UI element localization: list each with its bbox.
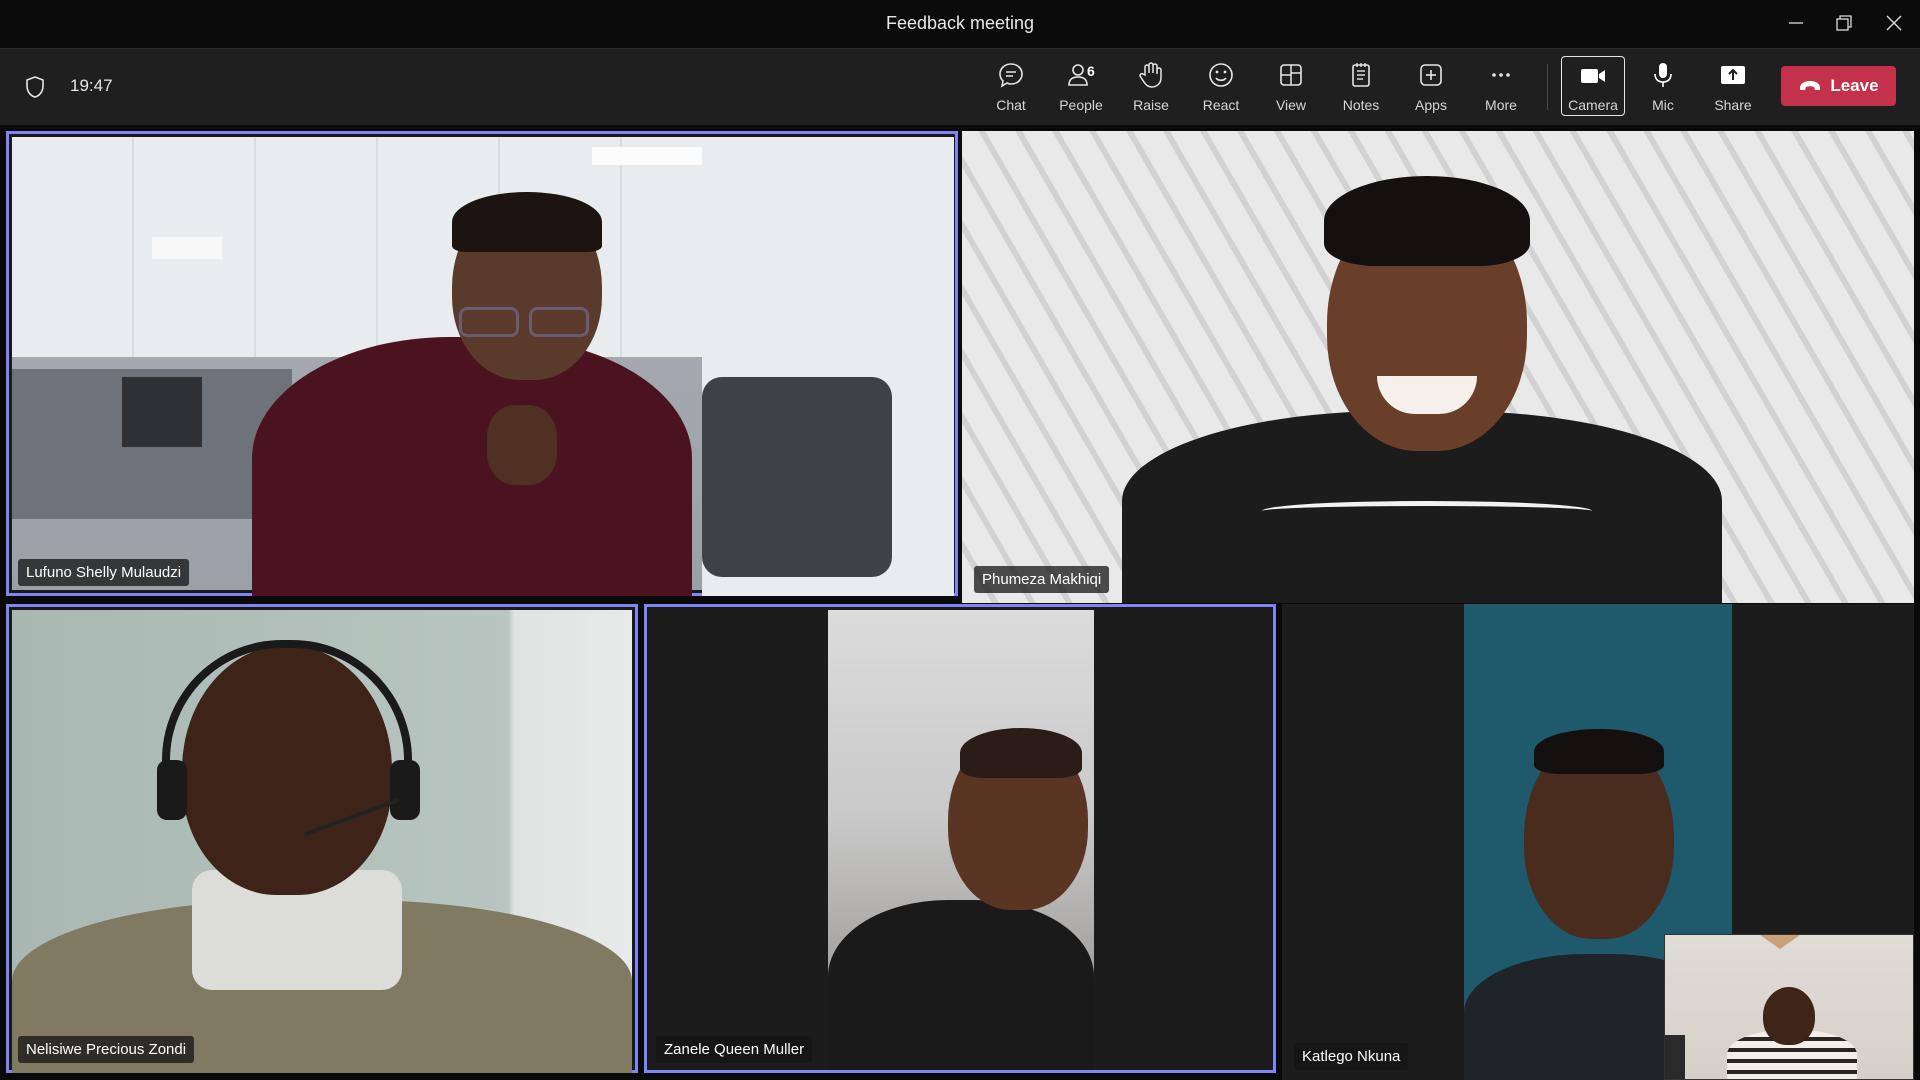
minimize-icon <box>1789 22 1803 24</box>
restore-icon <box>1836 15 1852 31</box>
title-bar: Feedback meeting <box>0 0 1920 49</box>
apps-label: Apps <box>1415 97 1447 113</box>
close-icon <box>1886 15 1902 31</box>
react-button[interactable]: React <box>1189 56 1253 116</box>
notes-label: Notes <box>1342 97 1380 113</box>
hang-up-icon <box>1800 81 1821 90</box>
raise-hand-icon <box>1139 62 1162 88</box>
participant-name: Phumeza Makhiqi <box>974 566 1110 593</box>
notes-button[interactable]: Notes <box>1329 56 1393 116</box>
raise-hand-button[interactable]: Raise <box>1119 56 1183 116</box>
participant-tile[interactable]: Phumeza Makhiqi <box>962 131 1914 603</box>
chat-button[interactable]: Chat <box>979 56 1043 116</box>
video-feed <box>12 610 632 1073</box>
camera-label: Camera <box>1568 97 1618 113</box>
chat-icon <box>999 63 1023 88</box>
participant-name: Zanele Queen Muller <box>656 1036 813 1063</box>
mic-icon <box>1654 63 1672 87</box>
participant-tile[interactable]: Zanele Queen Muller <box>644 604 1276 1073</box>
notes-icon <box>1352 63 1370 87</box>
share-icon <box>1721 66 1745 84</box>
leave-button[interactable]: Leave <box>1781 66 1896 106</box>
restore-button[interactable] <box>1824 8 1864 38</box>
view-icon <box>1280 64 1302 86</box>
view-button[interactable]: View <box>1259 56 1323 116</box>
meeting-timer: 19:47 <box>70 76 113 95</box>
people-count-badge: 6 <box>1087 63 1095 79</box>
share-label: Share <box>1714 97 1752 113</box>
leave-label: Leave <box>1830 76 1879 95</box>
participant-name: Lufuno Shelly Mulaudzi <box>18 559 190 586</box>
video-feed <box>828 610 1094 1070</box>
close-button[interactable] <box>1874 8 1914 38</box>
apps-icon <box>1420 64 1442 86</box>
self-view[interactable] <box>1664 934 1914 1080</box>
participant-tile[interactable]: Nelisiwe Precious Zondi <box>6 604 638 1073</box>
camera-icon <box>1581 69 1605 83</box>
video-feed <box>12 137 954 596</box>
raise-label: Raise <box>1133 97 1169 113</box>
video-feed <box>962 131 1914 603</box>
view-label: View <box>1275 97 1307 113</box>
react-label: React <box>1202 97 1240 113</box>
minimize-button[interactable] <box>1776 8 1816 38</box>
shield-icon[interactable] <box>22 74 48 100</box>
camera-button[interactable]: Camera <box>1561 56 1625 116</box>
participant-name: Katlego Nkuna <box>1294 1043 1409 1070</box>
participant-name: Nelisiwe Precious Zondi <box>18 1036 195 1063</box>
people-button[interactable]: 6 People <box>1049 56 1113 116</box>
apps-button[interactable]: Apps <box>1399 56 1463 116</box>
more-label: More <box>1485 97 1517 113</box>
video-stage: Lufuno Shelly Mulaudzi Phumeza Makhiqi N… <box>0 125 1920 1080</box>
more-button[interactable]: More <box>1469 56 1533 116</box>
react-icon <box>1209 63 1233 87</box>
mic-label: Mic <box>1652 97 1674 113</box>
window-title: Feedback meeting <box>885 13 1035 33</box>
self-video-feed <box>1665 935 1913 1079</box>
mic-button[interactable]: Mic <box>1631 56 1695 116</box>
participant-tile[interactable]: Lufuno Shelly Mulaudzi <box>6 131 958 596</box>
toolbar-divider <box>1547 64 1548 110</box>
people-label: People <box>1059 97 1103 113</box>
share-button[interactable]: Share <box>1701 56 1765 116</box>
meeting-toolbar: 19:47 Chat 6 People Raise React View Not… <box>0 49 1920 125</box>
chat-label: Chat <box>996 97 1026 113</box>
more-icon <box>1492 73 1510 77</box>
